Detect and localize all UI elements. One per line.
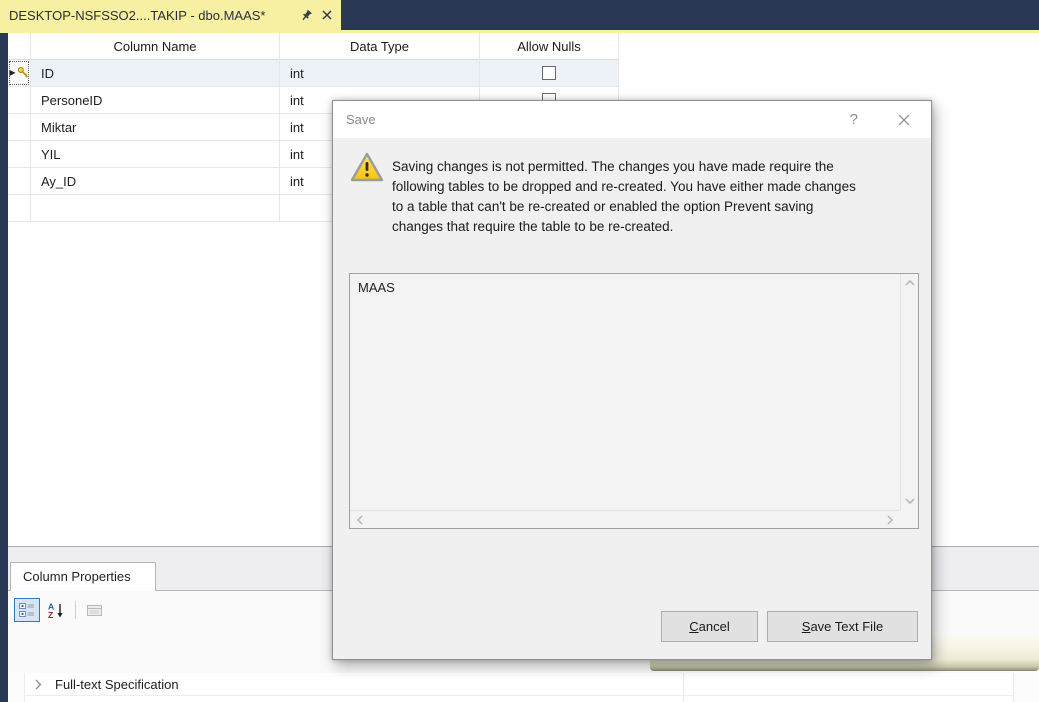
column-name-cell[interactable]: YIL xyxy=(31,141,280,168)
data-type-cell[interactable]: int xyxy=(280,60,480,87)
allow-nulls-checkbox[interactable] xyxy=(542,66,556,80)
grid-header-row: Column Name Data Type Allow Nulls xyxy=(8,33,1039,60)
affected-table-name: MAAS xyxy=(358,280,395,295)
ssms-window: DESKTOP-NSFSSO2....TAKIP - dbo.MAAS* Col… xyxy=(0,0,1039,702)
dialog-title-bar: Save ? xyxy=(333,101,931,138)
window-left-border xyxy=(0,33,8,702)
property-grid: Full-text Specification Has Non-SQL Serv… xyxy=(8,673,1039,702)
alphabetical-sort-button[interactable]: A Z xyxy=(43,598,69,622)
row-selector-cell[interactable] xyxy=(8,168,31,195)
allow-nulls-header: Allow Nulls xyxy=(480,33,619,60)
scroll-up-icon xyxy=(904,280,915,286)
active-document-tab[interactable]: DESKTOP-NSFSSO2....TAKIP - dbo.MAAS* xyxy=(0,0,341,30)
pin-icon[interactable] xyxy=(300,9,313,22)
close-tab-icon[interactable] xyxy=(322,10,332,20)
property-grid-margin xyxy=(8,673,25,702)
row-selector-cell[interactable]: ▶ xyxy=(8,60,31,87)
row-selector-header xyxy=(8,33,31,60)
dialog-title: Save xyxy=(346,112,376,127)
affected-tables-textbox[interactable]: MAAS xyxy=(349,273,919,529)
column-name-cell[interactable]: PersoneID xyxy=(31,87,280,114)
column-name-cell[interactable]: Ay_ID xyxy=(31,168,280,195)
message-line: following tables to be dropped and re-cr… xyxy=(392,179,856,194)
dialog-message: Saving changes is not permitted. The cha… xyxy=(392,157,856,237)
save-text-file-button[interactable]: Save Text File xyxy=(767,611,918,642)
row-selector-cell[interactable] xyxy=(8,114,31,141)
warning-icon xyxy=(350,152,384,188)
column-name-cell[interactable]: Miktar xyxy=(31,114,280,141)
row-selector-cell[interactable] xyxy=(8,141,31,168)
primary-key-icon xyxy=(17,66,29,81)
save-dialog: Save ? Saving changes is not permitted. … xyxy=(332,100,932,660)
data-type-header: Data Type xyxy=(280,33,480,60)
scroll-left-icon xyxy=(357,514,363,525)
allow-nulls-cell[interactable] xyxy=(480,60,619,87)
property-grid-scrollbar[interactable] xyxy=(1013,673,1039,702)
column-name-cell[interactable]: ID xyxy=(31,60,280,87)
cancel-button[interactable]: Cancel xyxy=(661,611,758,642)
column-name-header: Column Name xyxy=(31,33,280,60)
row-selector-cell[interactable] xyxy=(8,87,31,114)
scroll-right-icon xyxy=(887,514,893,525)
message-line: to a table that can't be re-created or e… xyxy=(392,199,814,214)
close-icon[interactable] xyxy=(898,114,910,126)
property-label: Full-text Specification xyxy=(55,676,179,692)
svg-text:Z: Z xyxy=(48,610,53,619)
properties-toolbar: A Z xyxy=(14,597,108,623)
help-icon[interactable]: ? xyxy=(850,111,858,128)
vertical-scrollbar[interactable] xyxy=(900,274,918,510)
property-row[interactable]: Full-text Specification xyxy=(25,673,1013,696)
expand-chevron-icon[interactable] xyxy=(31,679,45,690)
tab-column-properties[interactable]: Column Properties xyxy=(10,562,156,591)
property-pages-button xyxy=(82,598,108,622)
message-line: Saving changes is not permitted. The cha… xyxy=(392,159,834,174)
property-row[interactable]: Has Non-SQL Server Subscriber No xyxy=(25,696,1013,702)
scroll-down-icon xyxy=(904,498,915,504)
column-name-cell[interactable] xyxy=(31,195,280,222)
message-line: changes that require the table to be re-… xyxy=(392,219,674,234)
row-selector-cell[interactable] xyxy=(8,195,31,222)
categorized-view-button[interactable] xyxy=(14,598,40,622)
horizontal-scrollbar[interactable] xyxy=(350,510,900,528)
table-row[interactable]: ▶ ID int xyxy=(8,60,1039,87)
current-row-arrow-icon: ▶ xyxy=(9,68,16,77)
toolbar-separator xyxy=(75,601,76,619)
document-tab-title: DESKTOP-NSFSSO2....TAKIP - dbo.MAAS* xyxy=(9,7,266,23)
document-tab-strip: DESKTOP-NSFSSO2....TAKIP - dbo.MAAS* xyxy=(0,0,1039,30)
